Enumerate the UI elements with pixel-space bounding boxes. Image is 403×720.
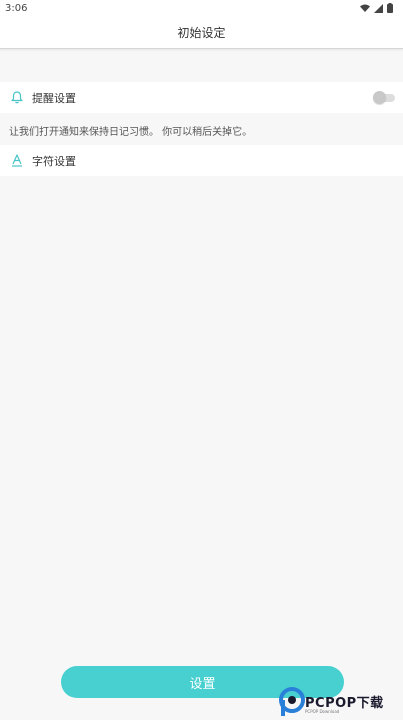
page-title: 初始设定 bbox=[177, 25, 226, 40]
reminder-toggle[interactable] bbox=[373, 91, 395, 104]
app-bar: 初始设定 bbox=[0, 16, 403, 49]
status-icons bbox=[360, 3, 393, 13]
toggle-thumb bbox=[373, 91, 386, 104]
watermark: PCPOP下载 PCPOP Download bbox=[279, 683, 403, 720]
reminder-settings-label: 提醒设置 bbox=[32, 91, 76, 105]
font-settings-row[interactable]: 字符设置 bbox=[0, 145, 403, 176]
status-time: 3:06 bbox=[5, 2, 28, 14]
status-bar: 3:06 bbox=[0, 0, 403, 16]
battery-icon bbox=[387, 3, 393, 13]
pcpop-logo-icon bbox=[279, 686, 305, 716]
wifi-icon bbox=[360, 4, 370, 12]
reminder-settings-row[interactable]: 提醒设置 bbox=[0, 82, 403, 113]
bell-icon bbox=[10, 91, 24, 105]
font-settings-label: 字符设置 bbox=[32, 154, 76, 168]
watermark-sub: PCPOP Download bbox=[305, 709, 340, 714]
reminder-hint-text: 让我们打开通知来保持日记习惯。 你可以稍后关掉它。 bbox=[9, 127, 253, 138]
font-a-icon bbox=[10, 154, 24, 168]
signal-icon bbox=[374, 3, 383, 13]
